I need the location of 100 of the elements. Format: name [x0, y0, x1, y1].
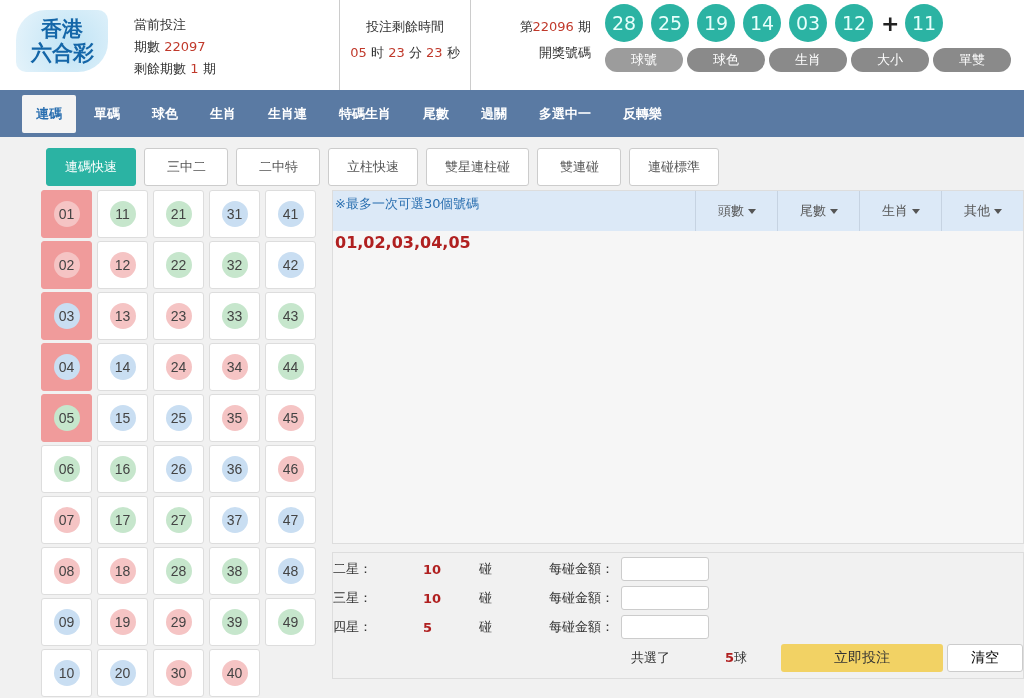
number-ball: 32 — [221, 252, 248, 278]
number-ball: 09 — [53, 609, 80, 635]
filter-dropdown[interactable]: 生肖 — [859, 191, 941, 231]
number-cell[interactable]: 36 — [209, 445, 260, 493]
number-cell[interactable]: 22 — [153, 241, 204, 289]
countdown-label: 投注剩餘時間 — [366, 18, 444, 36]
number-cell[interactable]: 17 — [97, 496, 148, 544]
number-cell[interactable]: 35 — [209, 394, 260, 442]
number-cell[interactable]: 14 — [97, 343, 148, 391]
number-ball: 12 — [109, 252, 136, 278]
number-cell[interactable]: 40 — [209, 649, 260, 697]
nav-tab[interactable]: 生肖 — [196, 94, 250, 133]
number-cell[interactable]: 20 — [97, 649, 148, 697]
number-cell[interactable]: 49 — [265, 598, 316, 646]
filter-dropdown[interactable]: 其他 — [941, 191, 1023, 231]
number-ball: 06 — [53, 456, 80, 482]
bet-label: 三星： — [333, 589, 373, 607]
number-cell[interactable]: 46 — [265, 445, 316, 493]
amount-input[interactable] — [621, 615, 709, 639]
number-cell[interactable]: 34 — [209, 343, 260, 391]
number-cell[interactable]: 32 — [209, 241, 260, 289]
submit-bet-button[interactable]: 立即投注 — [781, 644, 943, 672]
number-ball: 41 — [277, 201, 304, 227]
number-cell[interactable]: 06 — [41, 445, 92, 493]
number-cell[interactable]: 12 — [97, 241, 148, 289]
number-cell[interactable]: 08 — [41, 547, 92, 595]
nav-tab[interactable]: 特碼生肖 — [325, 94, 405, 133]
number-cell[interactable]: 13 — [97, 292, 148, 340]
amount-label: 每碰金額： — [549, 589, 615, 607]
logo-text: 六合彩 — [30, 41, 94, 65]
number-cell[interactable]: 23 — [153, 292, 204, 340]
number-cell[interactable]: 45 — [265, 394, 316, 442]
number-cell[interactable]: 01 — [41, 190, 92, 238]
number-ball: 42 — [277, 252, 304, 278]
number-ball: 39 — [221, 609, 248, 635]
number-cell[interactable]: 37 — [209, 496, 260, 544]
number-cell[interactable]: 48 — [265, 547, 316, 595]
number-cell[interactable]: 39 — [209, 598, 260, 646]
number-ball: 03 — [53, 303, 80, 329]
nav-tab[interactable]: 多選中一 — [525, 94, 605, 133]
nav-tab[interactable]: 單碼 — [80, 94, 134, 133]
bet-type-tab[interactable]: 三中二 — [144, 148, 228, 186]
number-cell[interactable]: 05 — [41, 394, 92, 442]
number-cell[interactable]: 27 — [153, 496, 204, 544]
filter-dropdown[interactable]: 尾數 — [777, 191, 859, 231]
number-cell[interactable]: 10 — [41, 649, 92, 697]
number-ball: 11 — [109, 201, 136, 227]
number-ball: 40 — [221, 660, 248, 686]
number-cell[interactable]: 07 — [41, 496, 92, 544]
nav-tab[interactable]: 過關 — [467, 94, 521, 133]
number-cell[interactable]: 21 — [153, 190, 204, 238]
number-ball: 47 — [277, 507, 304, 533]
number-cell[interactable]: 44 — [265, 343, 316, 391]
number-cell[interactable]: 19 — [97, 598, 148, 646]
number-cell[interactable]: 38 — [209, 547, 260, 595]
number-cell[interactable]: 15 — [97, 394, 148, 442]
number-cell[interactable]: 18 — [97, 547, 148, 595]
bet-label: 四星： — [333, 618, 373, 636]
amount-input[interactable] — [621, 557, 709, 581]
nav-tab[interactable]: 尾數 — [409, 94, 463, 133]
number-cell[interactable]: 47 — [265, 496, 316, 544]
number-cell[interactable]: 16 — [97, 445, 148, 493]
unit-text: 碰 — [479, 589, 493, 607]
number-cell[interactable]: 03 — [41, 292, 92, 340]
amount-input[interactable] — [621, 586, 709, 610]
number-cell[interactable]: 26 — [153, 445, 204, 493]
number-cell[interactable]: 31 — [209, 190, 260, 238]
number-cell[interactable]: 41 — [265, 190, 316, 238]
bet-type-tab[interactable]: 連碰標準 — [629, 148, 719, 186]
limit-note: ※最多一次可選30個號碼 — [334, 195, 481, 213]
number-cell[interactable]: 42 — [265, 241, 316, 289]
combination-count: 10 — [423, 590, 443, 606]
number-cell[interactable]: 29 — [153, 598, 204, 646]
nav-tab[interactable]: 球色 — [138, 94, 192, 133]
number-cell[interactable]: 30 — [153, 649, 204, 697]
drawn-ball: 12 — [835, 4, 873, 42]
nav-tab[interactable]: 生肖連 — [254, 94, 321, 133]
number-cell[interactable]: 09 — [41, 598, 92, 646]
number-ball: 26 — [165, 456, 192, 482]
remaining-periods-text: 剩餘期數 1 期 — [134, 60, 217, 78]
drawn-ball: 14 — [743, 4, 781, 42]
number-cell[interactable]: 25 — [153, 394, 204, 442]
drawn-ball: 28 — [605, 4, 643, 42]
filter-dropdown[interactable]: 頭數 — [695, 191, 777, 231]
nav-tab[interactable]: 反轉樂 — [609, 94, 676, 133]
number-cell[interactable]: 04 — [41, 343, 92, 391]
bet-type-tab[interactable]: 二中特 — [236, 148, 320, 186]
number-ball: 20 — [109, 660, 136, 686]
bet-type-tab[interactable]: 雙星連柱碰 — [426, 148, 529, 186]
number-cell[interactable]: 28 — [153, 547, 204, 595]
bet-type-tab[interactable]: 雙連碰 — [537, 148, 621, 186]
number-cell[interactable]: 24 — [153, 343, 204, 391]
bet-type-tab[interactable]: 立柱快速 — [328, 148, 418, 186]
number-ball: 24 — [165, 354, 192, 380]
number-cell[interactable]: 02 — [41, 241, 92, 289]
number-cell[interactable]: 33 — [209, 292, 260, 340]
clear-button[interactable]: 清空 — [947, 644, 1023, 672]
number-cell[interactable]: 43 — [265, 292, 316, 340]
nav-tab[interactable]: 連碼 — [22, 94, 76, 133]
number-cell[interactable]: 11 — [97, 190, 148, 238]
